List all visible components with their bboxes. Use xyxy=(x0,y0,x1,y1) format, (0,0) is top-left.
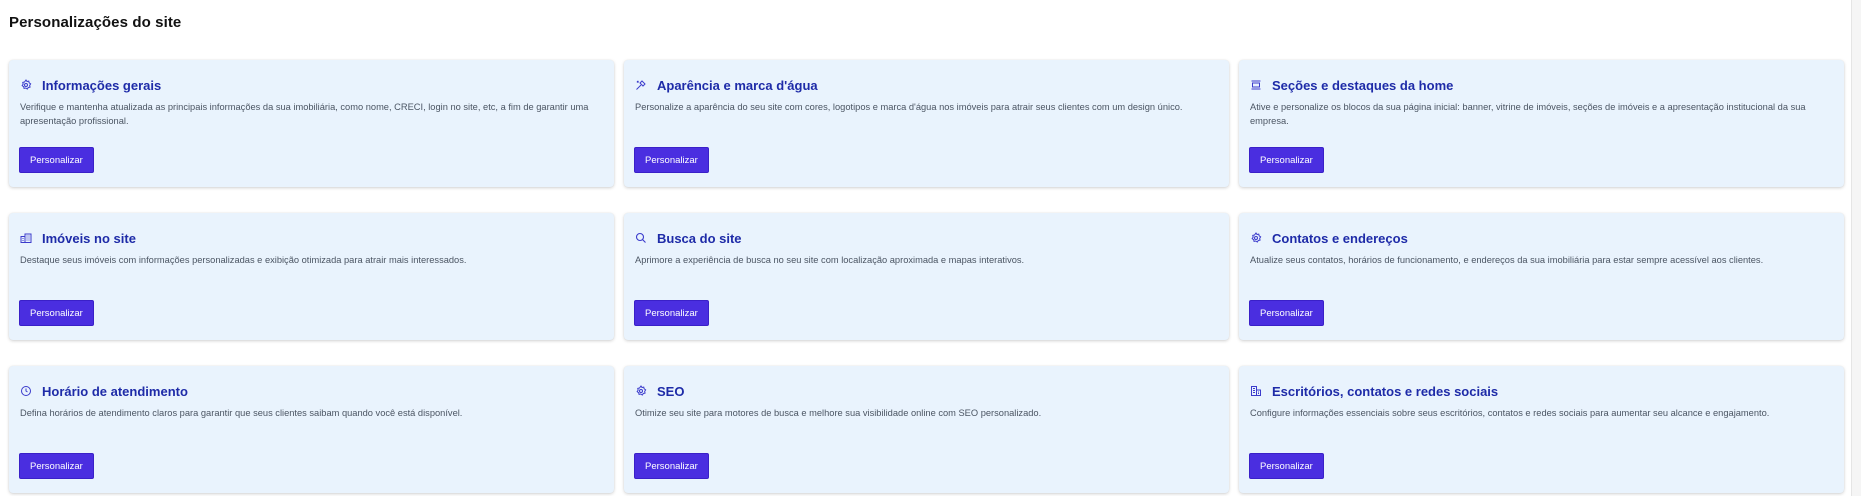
card-header: Busca do site xyxy=(635,230,1218,246)
card-description: Ative e personalize os blocos da sua pág… xyxy=(1250,102,1806,126)
personalizar-button[interactable]: Personalizar xyxy=(1249,147,1324,173)
personalizar-button[interactable]: Personalizar xyxy=(634,300,709,326)
card-header: SEO xyxy=(635,383,1218,399)
card-header: Seções e destaques da home xyxy=(1250,77,1833,93)
card-header: Horário de atendimento xyxy=(20,383,603,399)
personalizar-button[interactable]: Personalizar xyxy=(1249,453,1324,479)
card-title: SEO xyxy=(657,383,685,399)
card-horario-atendimento: Horário de atendimento Defina horários d… xyxy=(9,366,614,493)
card-header: Imóveis no site xyxy=(20,230,603,246)
card-title: Informações gerais xyxy=(42,77,162,93)
cards-grid: Informações gerais Verifique e mantenha … xyxy=(9,60,1844,493)
card-seo: SEO Otimize seu site para motores de bus… xyxy=(624,366,1229,493)
buildings-icon xyxy=(20,232,32,244)
card-header: Escritórios, contatos e redes sociais xyxy=(1250,383,1833,399)
card-description: Defina horários de atendimento claros pa… xyxy=(20,408,463,418)
card-description: Destaque seus imóveis com informações pe… xyxy=(20,255,467,265)
gear-icon xyxy=(1250,232,1262,244)
gear-icon xyxy=(20,79,32,91)
brush-icon xyxy=(635,79,647,91)
office-icon xyxy=(1250,385,1262,397)
card-busca-do-site: Busca do site Aprimore a experiência de … xyxy=(624,213,1229,340)
personalizar-button[interactable]: Personalizar xyxy=(19,453,94,479)
card-imoveis-no-site: Imóveis no site Destaque seus imóveis co… xyxy=(9,213,614,340)
card-description: Verifique e mantenha atualizada as princ… xyxy=(20,102,589,126)
card-header: Informações gerais xyxy=(20,77,603,93)
card-description: Aprimore a experiência de busca no seu s… xyxy=(635,255,1025,265)
card-escritorios-contatos-redes: Escritórios, contatos e redes sociais Co… xyxy=(1239,366,1844,493)
layout-icon xyxy=(1250,79,1262,91)
personalizar-button[interactable]: Personalizar xyxy=(19,147,94,173)
card-title: Busca do site xyxy=(657,230,742,246)
card-title: Escritórios, contatos e redes sociais xyxy=(1272,383,1499,399)
card-header: Aparência e marca d'água xyxy=(635,77,1218,93)
card-description: Otimize seu site para motores de busca e… xyxy=(635,408,1042,418)
card-description: Atualize seus contatos, horários de func… xyxy=(1250,255,1764,265)
site-customizations-page: Personalizações do site Informações gera… xyxy=(0,0,1861,496)
gear-icon xyxy=(635,385,647,397)
card-contatos-enderecos: Contatos e endereços Atualize seus conta… xyxy=(1239,213,1844,340)
card-header: Contatos e endereços xyxy=(1250,230,1833,246)
card-title: Contatos e endereços xyxy=(1272,230,1408,246)
page-title: Personalizações do site xyxy=(9,14,182,31)
card-title: Horário de atendimento xyxy=(42,383,188,399)
card-title: Seções e destaques da home xyxy=(1272,77,1454,93)
card-secoes-destaques-home: Seções e destaques da home Ative e perso… xyxy=(1239,60,1844,187)
card-aparencia-marca-dagua: Aparência e marca d'água Personalize a a… xyxy=(624,60,1229,187)
personalizar-button[interactable]: Personalizar xyxy=(634,453,709,479)
vertical-scrollbar[interactable] xyxy=(1851,0,1861,496)
card-description: Personalize a aparência do seu site com … xyxy=(635,102,1183,112)
personalizar-button[interactable]: Personalizar xyxy=(634,147,709,173)
card-title: Imóveis no site xyxy=(42,230,136,246)
clock-icon xyxy=(20,385,32,397)
card-description: Configure informações essenciais sobre s… xyxy=(1250,408,1770,418)
personalizar-button[interactable]: Personalizar xyxy=(1249,300,1324,326)
card-informacoes-gerais: Informações gerais Verifique e mantenha … xyxy=(9,60,614,187)
personalizar-button[interactable]: Personalizar xyxy=(19,300,94,326)
search-icon xyxy=(635,232,647,244)
card-title: Aparência e marca d'água xyxy=(657,77,818,93)
